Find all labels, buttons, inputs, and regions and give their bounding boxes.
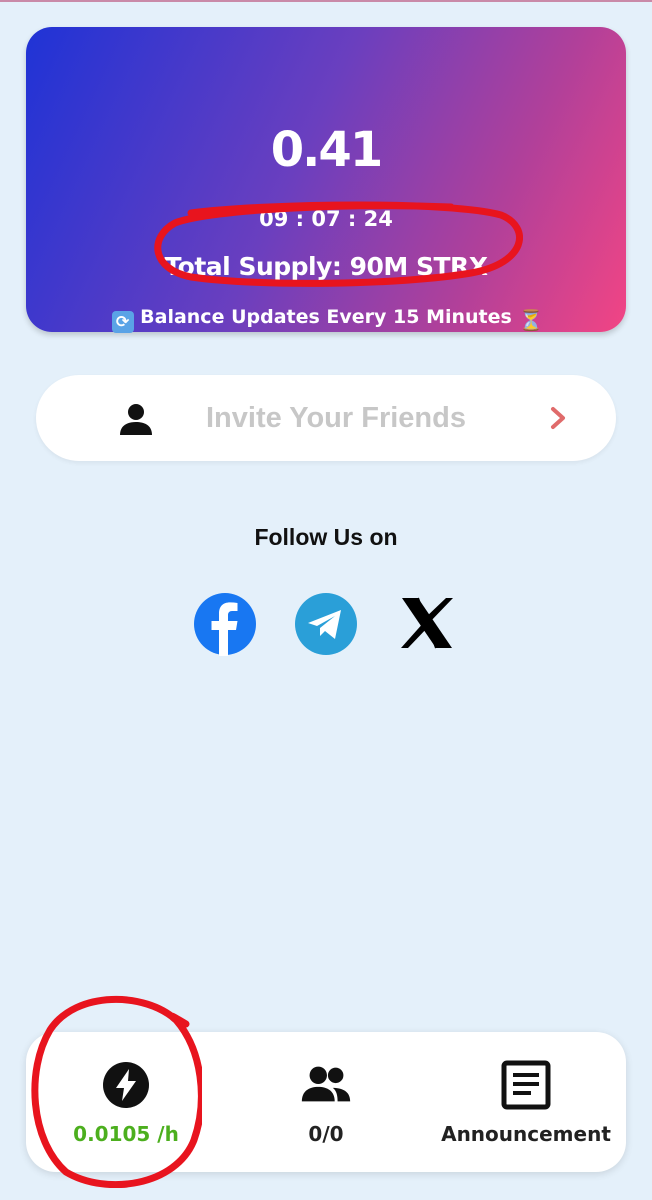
telegram-icon[interactable] <box>294 592 358 656</box>
chevron-right-icon <box>551 407 565 429</box>
x-logo-icon[interactable] <box>398 594 456 652</box>
nav-announcement[interactable]: Announcement <box>436 1032 616 1172</box>
nav-team[interactable]: 0/0 <box>246 1032 406 1172</box>
red-annotation-circle-supply <box>154 201 523 287</box>
announcement-label: Announcement <box>441 1122 611 1146</box>
balance-card: 0.41 09 : 07 : 24 Total Supply: 90M STRX… <box>26 27 626 333</box>
invite-friends-button[interactable]: Invite Your Friends <box>36 375 616 461</box>
red-annotation-circle-mining <box>31 995 202 1188</box>
update-note-text: Balance Updates Every 15 Minutes <box>140 306 512 328</box>
facebook-icon[interactable] <box>193 592 257 656</box>
invite-label: Invite Your Friends <box>206 402 466 434</box>
balance-value: 0.41 <box>270 122 383 178</box>
follow-us-title: Follow Us on <box>254 524 398 550</box>
group-people-icon <box>301 1066 351 1102</box>
person-icon <box>120 404 152 435</box>
top-divider <box>0 0 652 2</box>
hourglass-emoji-icon: ⏳ <box>518 308 544 332</box>
balance-update-note: ⟳ Balance Updates Every 15 Minutes ⏳ <box>26 306 626 333</box>
team-count: 0/0 <box>308 1122 344 1146</box>
document-lines-icon <box>501 1060 551 1110</box>
refresh-emoji-icon: ⟳ <box>111 311 134 333</box>
